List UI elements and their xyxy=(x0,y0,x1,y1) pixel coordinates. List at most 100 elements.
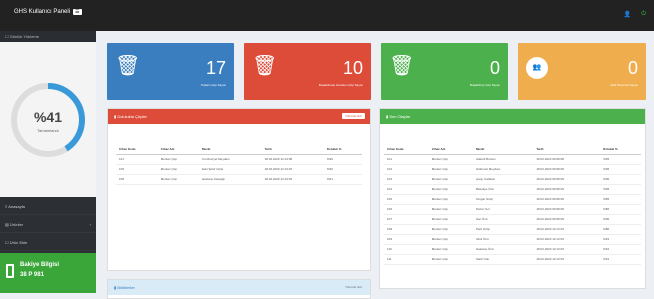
table-cell: Belediye Önü xyxy=(472,184,534,195)
stat-label: Boşaltılması Gereken Çöp Sayısı xyxy=(318,83,363,87)
table-cell: Merkez Çöp xyxy=(428,254,473,265)
table-cell: Merkez Çöp xyxy=(157,174,199,185)
table-row[interactable]: 101 Merkez Çöp Cumhuriyet Meydanı 18.02.202… xyxy=(116,154,362,165)
group-icon: 👥 xyxy=(526,57,548,79)
sidebar-item[interactable]: ☐ Ürün Ekle xyxy=(0,233,96,251)
table-cell: Merkez Çöp xyxy=(428,154,473,165)
table-row[interactable]: 107 Merkez Çöp Gar Önü 18.02.2020 09:08:09%… xyxy=(384,214,641,225)
table-cell: Merkez Çöp xyxy=(428,214,473,225)
table-cell: 109 xyxy=(384,234,429,245)
table-row[interactable]: 104 Merkez Çöp Belediye Önü 18.02.2020 09:0… xyxy=(384,184,641,195)
table-cell: 111 xyxy=(384,254,429,265)
table-cell: 18.02.2020 09:08:09 xyxy=(533,184,601,195)
table-cell: 18.02.2020 09:08:09 xyxy=(533,214,601,225)
table-cell: 105 xyxy=(384,194,429,205)
panel-title: ▮ Bildirimler xyxy=(114,285,135,290)
notifications-panel: ▮ Bildirimler Tümünü Gör xyxy=(107,279,371,299)
table-row[interactable]: 105 Merkez Çöp Eski Şehir Girişi 18.02.2020… xyxy=(116,164,362,175)
stat-label: Boşaltılmış Çöp Sayısı xyxy=(469,83,500,87)
table-cell: Gar Önü xyxy=(472,214,534,225)
table-cell: Otogar Girişi xyxy=(472,194,534,205)
table-cell: Hastane Önü xyxy=(472,244,534,255)
full-bins-panel: ▮ Dolulukta Çöpler Tümünü Gör Cihaz Kodu… xyxy=(107,108,371,271)
stat-card-total[interactable]: 🗑 17 Toplam Çöp Sayısı xyxy=(107,43,234,100)
table-cell: %85 xyxy=(600,194,641,205)
sidebar: ☐ Günlük Yükleme %41 Tamamlandı ≡ Anasay… xyxy=(0,31,96,293)
table-cell: %91 xyxy=(323,174,362,185)
table-cell: 108 xyxy=(384,224,429,235)
trash-full-icon: 🗑 xyxy=(252,55,278,77)
column-header[interactable]: Mevki xyxy=(198,144,262,155)
phone-icon xyxy=(6,264,14,278)
table-cell: 18.02.2020 12:13:03 xyxy=(533,244,601,255)
table-cell: Merkez Çöp xyxy=(428,174,473,185)
table-cell: Cumhuriyet Meydanı xyxy=(198,154,262,165)
table-cell: 18.02.2020 12:13:03 xyxy=(261,164,324,175)
table-cell: 108 xyxy=(116,174,158,185)
table-row[interactable]: 108 Merkez Çöp Park Girişi 18.02.2020 12:13… xyxy=(384,224,641,235)
table-cell: %90 xyxy=(323,164,362,175)
table-cell: %90 xyxy=(600,214,641,225)
table-cell: 110 xyxy=(384,244,429,255)
table-cell: 106 xyxy=(384,204,429,215)
table-cell: %80 xyxy=(600,224,641,235)
table-cell: Merkez Çöp xyxy=(428,204,473,215)
table-row[interactable]: 103 Merkez Çöp Çarşı Caddesi 18.02.2020 09:… xyxy=(384,174,641,185)
column-header[interactable]: Mevki xyxy=(472,144,534,155)
sidebar-item[interactable]: ▤ Ürünler › xyxy=(0,215,96,233)
menu-toggle-icon[interactable]: ☰ xyxy=(73,9,82,15)
column-header[interactable]: Tarih xyxy=(261,144,324,155)
table-cell: Merkez Çöp xyxy=(157,164,199,175)
stat-card-staff[interactable]: 👥 0 Aktif Personel Sayısı xyxy=(518,43,646,100)
table-cell: 18.02.2020 09:08:09 xyxy=(533,194,601,205)
table-cell: 18.02.2020 12:13:03 xyxy=(533,224,601,235)
table-cell: %95 xyxy=(600,154,641,165)
column-header[interactable]: Doluluk % xyxy=(600,144,641,155)
table-row[interactable]: 105 Merkez Çöp Otogar Girişi 18.02.2020 09:… xyxy=(384,194,641,205)
sidebar-item-label: ≡ Anasayfa xyxy=(5,204,25,209)
table-cell: 18.02.2020 12:13:03 xyxy=(533,234,601,245)
view-all-button[interactable]: Tümünü Gör xyxy=(342,284,365,290)
table-cell: Hükümet Meydanı xyxy=(472,164,534,175)
table-cell: 104 xyxy=(384,184,429,195)
table-row[interactable]: 106 Merkez Çöp Pazar Yeri 18.02.2020 09:08:… xyxy=(384,204,641,215)
table-row[interactable]: 102 Merkez Çöp Hükümet Meydanı 18.02.2020 0… xyxy=(384,164,641,175)
brand[interactable]: GHS Kullanıcı Paneli ☰ xyxy=(14,9,82,15)
view-all-button[interactable]: Tümünü Gör xyxy=(342,113,365,119)
table-cell: %80 xyxy=(600,204,641,215)
table-cell: 101 xyxy=(116,154,158,165)
table-row[interactable]: 111 Merkez Çöp Sahil Yolu 18.02.2020 12:13:… xyxy=(384,254,641,265)
stat-card-emptied[interactable]: 🗑 0 Boşaltılmış Çöp Sayısı xyxy=(381,43,508,100)
table-cell: Atatürk Bulvarı xyxy=(472,154,534,165)
table-cell: 105 xyxy=(116,164,158,175)
table-cell: Pazar Yeri xyxy=(472,204,534,215)
table-cell: %95 xyxy=(600,184,641,195)
panel-header: ▮ Son Olaylar xyxy=(380,109,645,124)
stat-card-to-empty[interactable]: 🗑 10 Boşaltılması Gereken Çöp Sayısı xyxy=(244,43,371,100)
table-cell: Merkez Çöp xyxy=(157,154,199,165)
column-header[interactable]: Cihaz Adı xyxy=(428,144,473,155)
column-header[interactable]: Cihaz Kodu xyxy=(116,144,158,155)
table-row[interactable]: 110 Merkez Çöp Hastane Önü 18.02.2020 12:13… xyxy=(384,244,641,255)
table-row[interactable]: 108 Merkez Çöp Hastane Kavşağı 18.02.2020 1… xyxy=(116,174,362,185)
column-header[interactable]: Tarih xyxy=(533,144,601,155)
table-row[interactable]: 101 Merkez Çöp Atatürk Bulvarı 18.02.2020 0… xyxy=(384,154,641,165)
table-cell: 101 xyxy=(384,154,429,165)
sidebar-header: ☐ Günlük Yükleme xyxy=(0,31,96,42)
sidebar-item[interactable]: ≡ Anasayfa xyxy=(0,197,96,215)
column-header[interactable]: Cihaz Kodu xyxy=(384,144,429,155)
stat-number: 17 xyxy=(205,58,226,78)
trash-icon: 🗑 xyxy=(115,55,141,77)
column-header[interactable]: Doluluk % xyxy=(323,144,362,155)
power-icon[interactable]: ⏻ xyxy=(641,11,646,18)
panel-header: ▮ Dolulukta Çöpler Tümünü Gör xyxy=(108,109,370,124)
promo-title: Bakiye Bilgisi xyxy=(20,262,60,268)
stat-number: 0 xyxy=(489,58,500,78)
recent-events-panel: ▮ Son Olaylar Cihaz Kodu Cihaz Adı Mevki Ta… xyxy=(379,108,646,289)
brand-title: GHS Kullanıcı Paneli xyxy=(14,9,71,15)
table-row[interactable]: 109 Merkez Çöp Okul Önü 18.02.2020 12:13:03… xyxy=(384,234,641,245)
user-icon[interactable]: 👤 xyxy=(624,11,631,18)
table-cell: 103 xyxy=(384,174,429,185)
column-header[interactable]: Cihaz Adı xyxy=(157,144,199,155)
table-cell: Merkez Çöp xyxy=(428,184,473,195)
